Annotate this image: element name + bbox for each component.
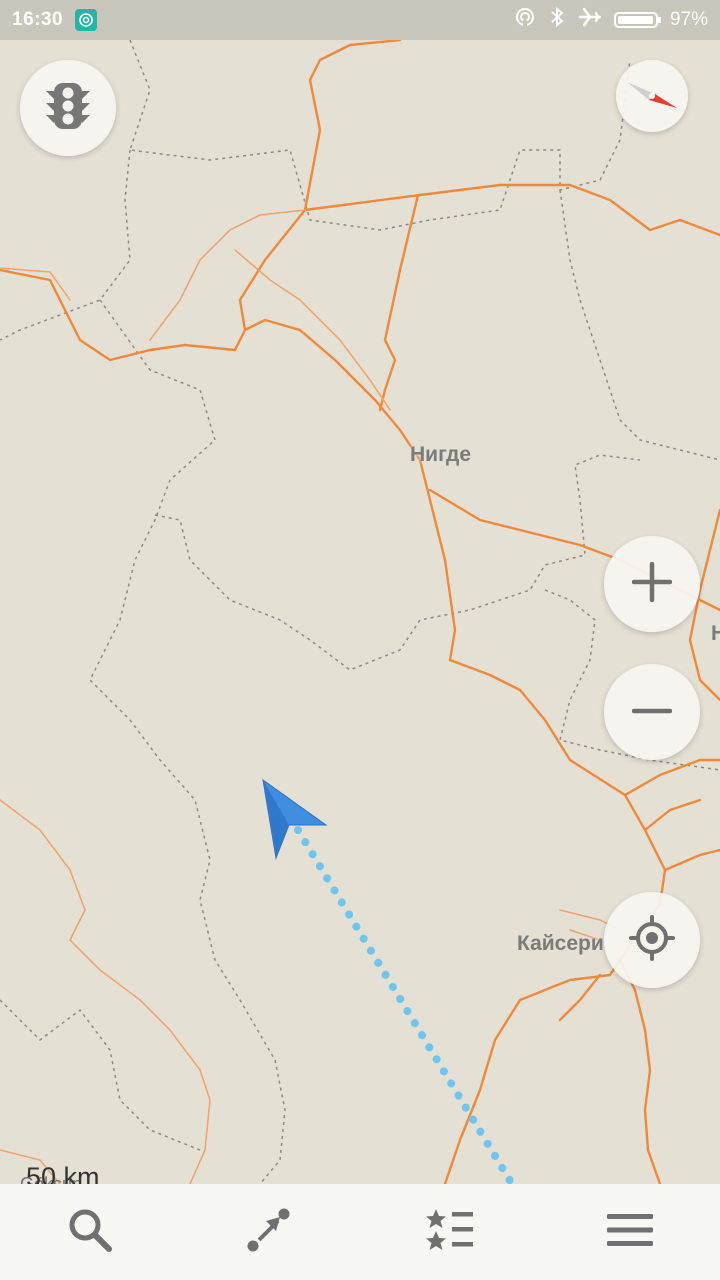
map-view[interactable]: Нигде Кайсери Н Göksun 50 km: [0, 40, 720, 1184]
city-label-edge: Н: [711, 622, 720, 645]
traffic-light-icon: [46, 81, 90, 136]
city-label-nigde: Нигде: [410, 443, 472, 466]
zoom-in-button[interactable]: [604, 536, 700, 632]
plus-icon: [631, 561, 673, 607]
position-arrow-group: [262, 778, 328, 860]
search-button[interactable]: [45, 1187, 135, 1277]
bottom-navigation-bar: [0, 1184, 720, 1280]
bookmarks-button[interactable]: [405, 1187, 495, 1277]
search-icon: [67, 1207, 113, 1258]
battery-fill: [617, 16, 653, 24]
zoom-out-button[interactable]: [604, 664, 700, 760]
roads: [0, 40, 720, 1184]
bookmarks-icon: [425, 1207, 475, 1258]
menu-icon: [607, 1212, 653, 1253]
bluetooth-icon: [548, 6, 566, 34]
map-canvas: [0, 40, 720, 1184]
airplane-mode-icon: [578, 6, 602, 34]
scale-label: 50 km: [26, 1162, 100, 1184]
compass-icon: [625, 74, 679, 119]
menu-button[interactable]: [585, 1187, 675, 1277]
route-button[interactable]: [225, 1187, 315, 1277]
city-label-kayseri: Кайсери: [517, 932, 604, 955]
battery-percent: 97%: [669, 9, 708, 30]
hotspot-icon: [514, 6, 536, 34]
battery-icon: [613, 12, 661, 28]
route-line: [294, 826, 517, 1184]
status-time: 16:30: [12, 9, 64, 30]
route-icon: [246, 1206, 294, 1259]
compass-button[interactable]: [616, 60, 688, 132]
my-location-button[interactable]: [604, 892, 700, 988]
status-bar: 16:30 97%: [0, 0, 720, 40]
minus-icon: [631, 703, 673, 721]
locate-icon: [629, 914, 675, 966]
app-notification-icon: [75, 9, 98, 31]
traffic-button[interactable]: [20, 60, 116, 156]
administrative-borders: [0, 40, 720, 1184]
